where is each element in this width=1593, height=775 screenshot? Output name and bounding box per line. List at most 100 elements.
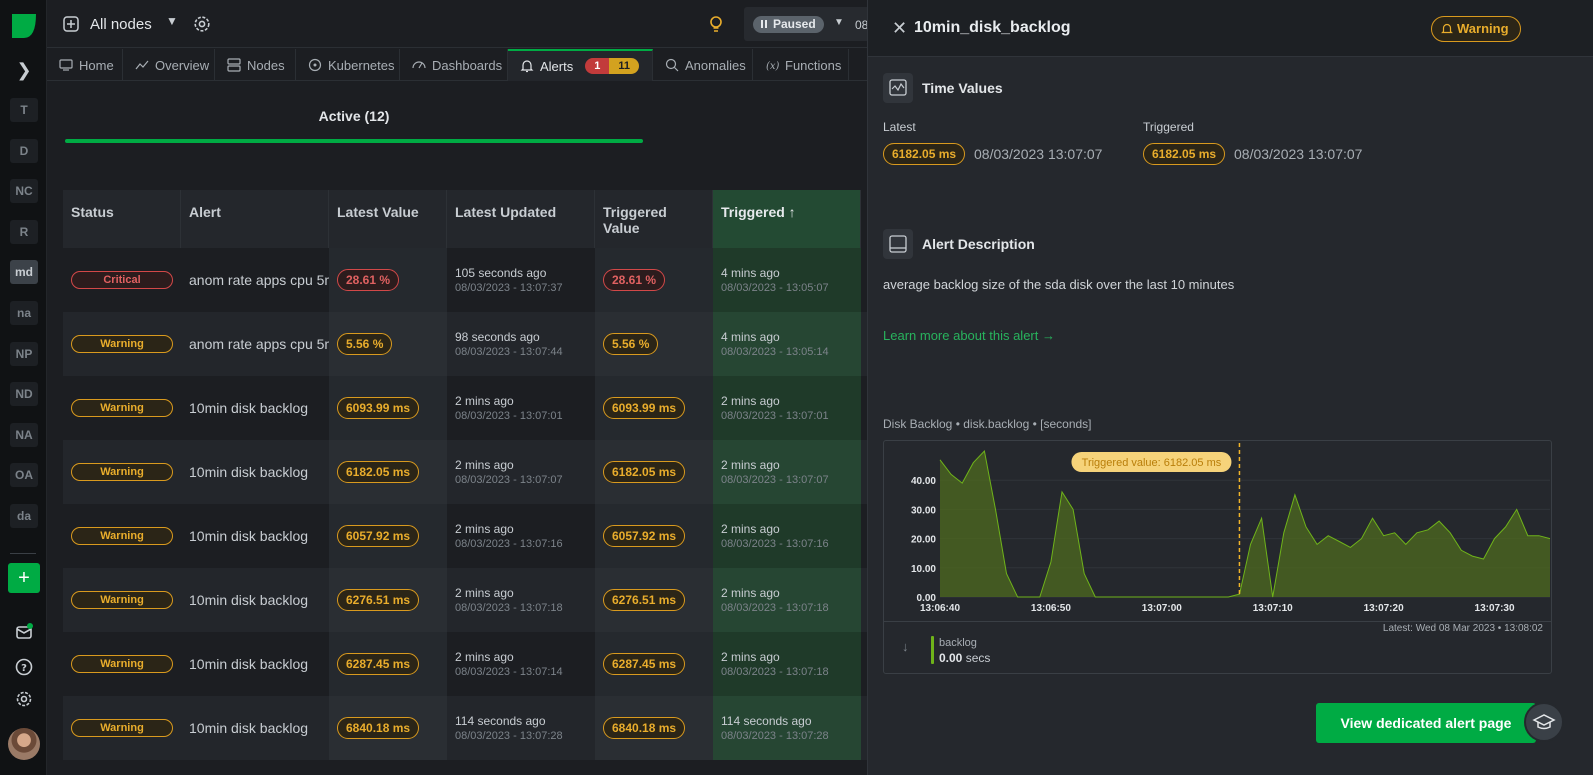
latest-updated-timestamp: 08/03/2023 - 13:07:37	[455, 282, 563, 294]
alerts-view: Active (12) Status Alert Latest Value La…	[47, 82, 867, 775]
table-row[interactable]: Warning 10min disk backlog 6057.92 ms 2 min…	[63, 504, 867, 568]
settings-gear-icon[interactable]	[14, 689, 34, 709]
legend-series-name[interactable]: backlog	[939, 637, 977, 649]
help-icon[interactable]: ?	[14, 657, 34, 677]
triggered-marker-label: Triggered value: 6182.05 ms	[1082, 457, 1222, 469]
table-row[interactable]: Warning anom rate apps cpu 5m 5.56 % 98 sec…	[63, 312, 867, 376]
tab-label: Overview	[155, 57, 210, 73]
triggered-ago: 2 mins ago	[721, 650, 780, 664]
triggered-ago: 2 mins ago	[721, 522, 780, 536]
table-cell: 28.61 %	[329, 248, 447, 312]
learn-mode-button[interactable]	[1524, 702, 1564, 742]
triggered-timestamp: 08/03/2023 - 13:05:14	[721, 346, 829, 358]
tab-dashboards[interactable]: Dashboards	[400, 49, 508, 81]
table-row[interactable]: Warning 10min disk backlog 6182.05 ms 2 min…	[63, 440, 867, 504]
tab-nodes[interactable]: Nodes	[215, 49, 296, 81]
tab-functions[interactable]: (x) Functions	[753, 49, 849, 81]
tab-label: Anomalies	[685, 57, 746, 73]
space-np[interactable]: NP	[10, 341, 38, 366]
alert-name[interactable]: 10min disk backlog	[189, 528, 329, 544]
view-alert-page-button[interactable]: View dedicated alert page	[1316, 703, 1536, 743]
alert-name[interactable]: 10min disk backlog	[189, 400, 329, 416]
alert-name[interactable]: 10min disk backlog	[189, 656, 329, 672]
latest-value-pill: 28.61 %	[337, 269, 400, 291]
table-row[interactable]: Warning 10min disk backlog 6276.51 ms 2 min…	[63, 568, 867, 632]
tab-overview[interactable]: Overview	[123, 49, 215, 81]
left-rail: ❯ T D NC Rmd na NP ND NA OA da + ?	[0, 0, 47, 775]
space-oa[interactable]: OA	[10, 463, 38, 488]
tab-alerts[interactable]: Alerts 1 11	[508, 49, 653, 81]
series-color-swatch	[931, 636, 934, 664]
table-cell: 6276.51 ms	[329, 568, 447, 632]
series-area-backlog	[940, 451, 1550, 597]
table-cell: 6093.99 ms	[595, 376, 713, 440]
alert-name[interactable]: anom rate apps cpu 5m	[189, 336, 329, 352]
column-header-latest-updated[interactable]: Latest Updated	[447, 190, 595, 248]
alert-counts: 1 11	[585, 58, 639, 74]
triggered-timestamp: 08/03/2023 - 13:07:01	[721, 410, 829, 422]
nodes-selector-icon[interactable]	[63, 16, 79, 32]
table-cell: 114 seconds ago 08/03/2023 - 13:07:28	[447, 696, 595, 760]
alert-name[interactable]: anom rate apps cpu 5m	[189, 272, 329, 288]
space-t[interactable]: T	[10, 98, 38, 122]
tab-anomalies[interactable]: Anomalies	[653, 49, 753, 81]
disk-backlog-chart[interactable]: 0.00 10.00 20.00 30.00 40.00 13:06:40 13:06:50…	[883, 440, 1552, 674]
alert-name[interactable]: 10min disk backlog	[189, 592, 329, 608]
space-d[interactable]: D	[10, 138, 38, 163]
top-bar: All nodes ▼ Paused ▼ 08	[47, 0, 874, 48]
inbox-icon[interactable]	[14, 622, 34, 642]
column-header-triggered[interactable]: Triggered ↑	[713, 190, 861, 248]
table-row[interactable]: Warning 10min disk backlog 6840.18 ms 114 s…	[63, 696, 867, 760]
latest-updated-timestamp: 08/03/2023 - 13:07:44	[455, 346, 563, 358]
latest-updated-ago: 2 mins ago	[455, 394, 514, 408]
triggered-value-pill: 6840.18 ms	[603, 717, 686, 739]
close-icon[interactable]: ✕	[892, 18, 907, 38]
chevron-down-icon[interactable]: ▼	[166, 14, 178, 28]
latest-updated-ago: 2 mins ago	[455, 586, 514, 600]
space-na[interactable]: na	[10, 301, 38, 325]
paused-toggle[interactable]: Paused	[753, 16, 824, 33]
alert-name[interactable]: 10min disk backlog	[189, 464, 329, 480]
chart-plot[interactable]: 0.0010.0020.0030.0040.0013:06:40 13:06:50…	[884, 441, 1553, 621]
expand-sidebar-icon[interactable]: ❯	[14, 60, 34, 80]
column-header-status[interactable]: Status	[63, 190, 181, 248]
triggered-ago: 2 mins ago	[721, 394, 780, 408]
space-r[interactable]: R	[10, 219, 38, 244]
tab-kubernetes[interactable]: Kubernetes	[296, 49, 400, 81]
column-header-alert[interactable]: Alert	[181, 190, 329, 248]
column-header-triggered-value[interactable]: Triggered Value	[595, 190, 713, 248]
y-tick-label: 40.00	[911, 476, 936, 487]
user-avatar[interactable]	[8, 728, 40, 760]
add-space-button[interactable]: +	[8, 563, 40, 593]
space-nc[interactable]: NC	[10, 179, 38, 204]
tab-home[interactable]: Home	[47, 49, 123, 81]
table-cell: 114 seconds ago 08/03/2023 - 13:07:28	[713, 696, 861, 760]
space-selector-label[interactable]: All nodes	[90, 16, 152, 33]
alert-name[interactable]: 10min disk backlog	[189, 720, 329, 736]
space-nd[interactable]: ND	[10, 382, 38, 407]
space-na[interactable]: NA	[10, 422, 38, 447]
triggered-timestamp: 08/03/2023 - 13:07:16	[721, 538, 829, 550]
tab-label: Dashboards	[432, 57, 503, 73]
gear-icon[interactable]	[193, 15, 211, 33]
table-cell: Warning	[63, 504, 181, 568]
netdata-logo[interactable]	[10, 12, 38, 40]
table-row[interactable]: Warning 10min disk backlog 6093.99 ms 2 min…	[63, 376, 867, 440]
space-md[interactable]: md	[10, 260, 38, 285]
triggered-value-pill: 28.61 %	[603, 269, 666, 291]
table-cell: 10min disk backlog	[181, 440, 329, 504]
table-cell: 2 mins ago 08/03/2023 - 13:07:18	[713, 568, 861, 632]
tab-overflow[interactable]	[849, 49, 867, 81]
table-cell: anom rate apps cpu 5m	[181, 312, 329, 376]
lightbulb-icon[interactable]	[708, 15, 724, 33]
table-row[interactable]: Critical anom rate apps cpu 5m 28.61 % 105 …	[63, 248, 867, 312]
chevron-down-icon[interactable]: ▼	[834, 17, 844, 28]
learn-more-link[interactable]: Learn more about this alert →	[883, 328, 1055, 343]
table-row[interactable]: Warning 10min disk backlog 6287.45 ms 2 min…	[63, 632, 867, 696]
tab-active-alerts[interactable]: Active (12)	[65, 108, 643, 124]
column-header-latest-value[interactable]: Latest Value	[329, 190, 447, 248]
sort-arrow-icon[interactable]: ↓	[902, 639, 909, 654]
space-da[interactable]: da	[10, 504, 38, 528]
table-cell: 6840.18 ms	[595, 696, 713, 760]
x-tick-label: 13:06:50	[1031, 603, 1071, 614]
